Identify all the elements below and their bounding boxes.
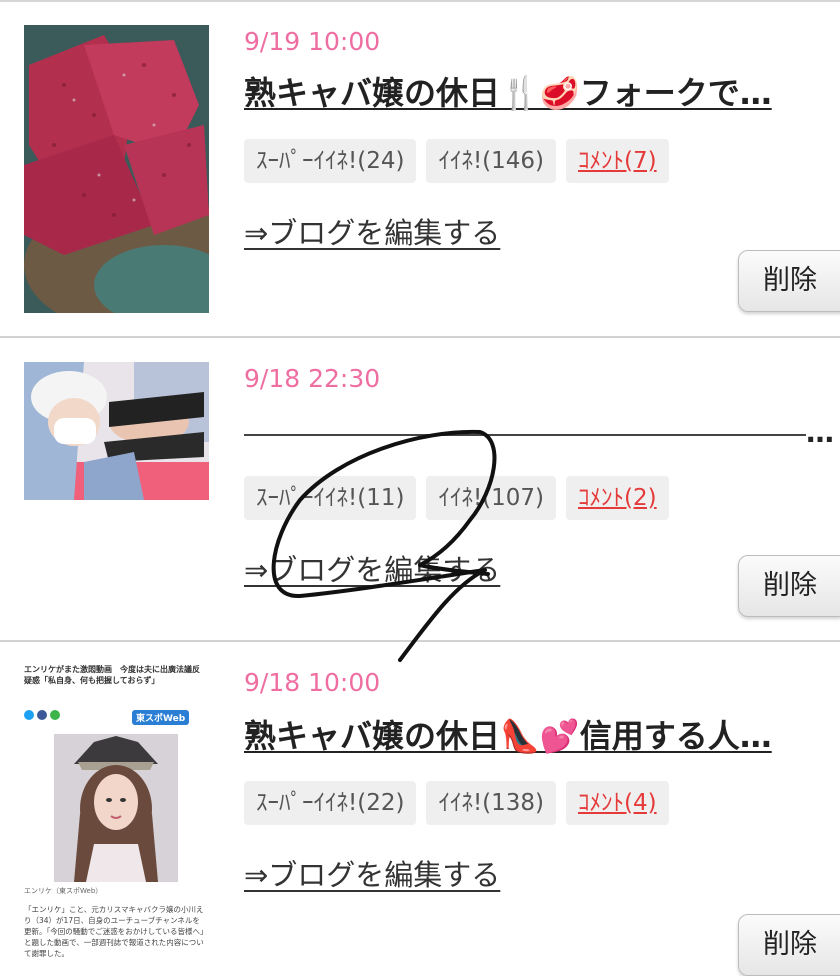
post-date: 9/18 22:30 xyxy=(244,364,381,393)
comment-link[interactable]: ｺﾒﾝﾄ(4) xyxy=(566,781,669,825)
post-title-underline[interactable] xyxy=(244,434,806,436)
post-thumbnail-steak[interactable] xyxy=(24,25,209,313)
news-photo xyxy=(54,734,178,882)
reaction-chips: ｽｰﾊﾟｰｲｲﾈ!(11) ｲｲﾈ!(107) ｺﾒﾝﾄ(2) xyxy=(244,476,669,520)
edit-blog-link[interactable]: ⇒ブログを編集する xyxy=(244,547,500,589)
facebook-icon xyxy=(37,710,47,720)
super-like-count[interactable]: ｽｰﾊﾟｰｲｲﾈ!(11) xyxy=(244,476,417,520)
reaction-chips: ｽｰﾊﾟｰｲｲﾈ!(24) ｲｲﾈ!(146) ｺﾒﾝﾄ(7) xyxy=(244,139,669,183)
super-like-count[interactable]: ｽｰﾊﾟｰｲｲﾈ!(24) xyxy=(244,139,417,183)
post-thumbnail-selfie[interactable] xyxy=(24,362,209,500)
delete-button[interactable]: 削除 xyxy=(738,914,840,976)
post-divider xyxy=(0,336,840,338)
news-photo-caption: エンリケ（東スポWeb） xyxy=(24,887,103,895)
post-title[interactable]: 熟キャバ嬢の休日🍴🥩フォークで… xyxy=(244,72,822,114)
edit-blog-link[interactable]: ⇒ブログを編集する xyxy=(244,210,500,252)
post-divider xyxy=(0,640,840,642)
twitter-icon xyxy=(24,710,34,720)
title-ellipsis: … xyxy=(806,416,834,449)
like-count[interactable]: ｲｲﾈ!(146) xyxy=(426,139,557,183)
delete-button[interactable]: 削除 xyxy=(738,250,840,312)
like-count[interactable]: ｲｲﾈ!(107) xyxy=(426,476,557,520)
delete-button[interactable]: 削除 xyxy=(738,555,840,617)
share-icons xyxy=(24,710,60,720)
comment-link[interactable]: ｺﾒﾝﾄ(2) xyxy=(566,476,669,520)
post-thumbnail-news-article[interactable]: エンリケがまた激悶動画 今度は夫に出廣法議反疑惑「私自身、何も把握しておらず」 … xyxy=(24,664,210,976)
top-divider xyxy=(0,0,840,2)
edit-blog-link[interactable]: ⇒ブログを編集する xyxy=(244,852,500,894)
post-title[interactable]: 熟キャバ嬢の休日👠💕信用する人… xyxy=(244,715,822,757)
line-icon xyxy=(50,710,60,720)
news-body: 「エンリケ」こと、元カリスマキャバクラ嬢の小川えり（34）が17日、自身のユーチ… xyxy=(24,905,204,958)
reaction-chips: ｽｰﾊﾟｰｲｲﾈ!(22) ｲｲﾈ!(138) ｺﾒﾝﾄ(4) xyxy=(244,781,669,825)
news-source-logo: 東スポWeb xyxy=(132,710,190,725)
like-count[interactable]: ｲｲﾈ!(138) xyxy=(426,781,557,825)
super-like-count[interactable]: ｽｰﾊﾟｰｲｲﾈ!(22) xyxy=(244,781,417,825)
post-date: 9/19 10:00 xyxy=(244,27,381,56)
news-headline: エンリケがまた激悶動画 今度は夫に出廣法議反疑惑「私自身、何も把握しておらず」 xyxy=(24,665,200,685)
comment-link[interactable]: ｺﾒﾝﾄ(7) xyxy=(566,139,669,183)
post-date: 9/18 10:00 xyxy=(244,668,381,697)
